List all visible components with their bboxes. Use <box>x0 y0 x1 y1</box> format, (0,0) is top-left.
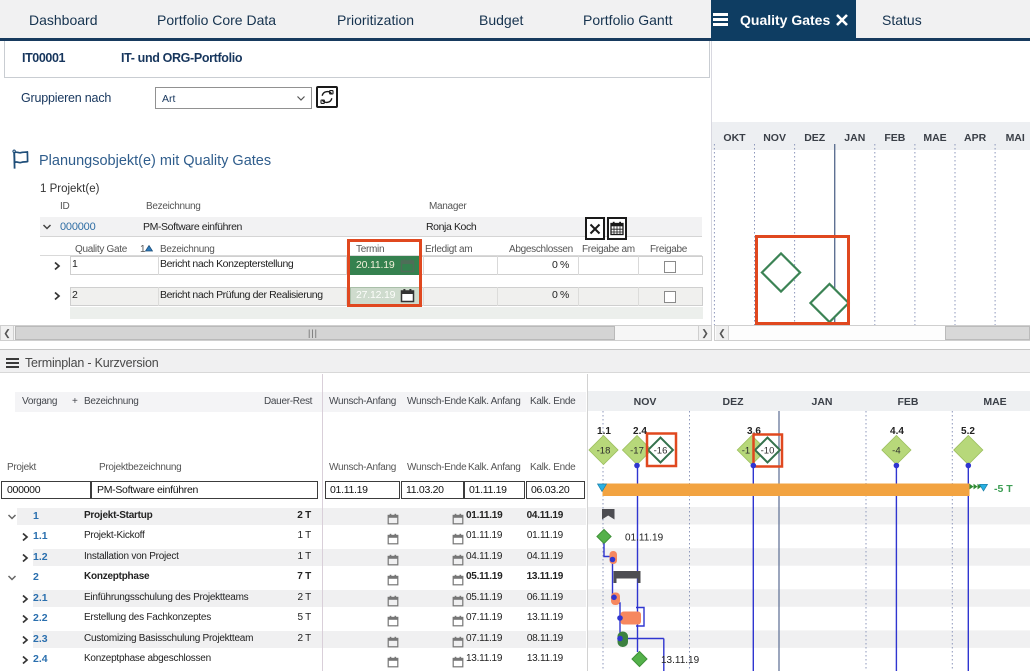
svg-text:-4: -4 <box>892 446 900 457</box>
svg-text:DEZ: DEZ <box>804 132 826 144</box>
svg-text:2.4: 2.4 <box>633 426 647 437</box>
svg-text:01.11.19: 01.11.19 <box>625 533 664 544</box>
svg-text:APR: APR <box>964 132 987 144</box>
svg-text:JAN: JAN <box>844 132 865 144</box>
svg-text:-1: -1 <box>742 446 750 457</box>
svg-text:NOV: NOV <box>763 132 786 144</box>
svg-text:4.4: 4.4 <box>890 426 904 437</box>
svg-text:FEB: FEB <box>884 132 905 144</box>
svg-text:-5 T: -5 T <box>994 483 1013 495</box>
svg-text:MAI: MAI <box>1006 132 1025 144</box>
svg-text:OKT: OKT <box>723 132 746 144</box>
svg-text:1.1: 1.1 <box>597 426 611 437</box>
svg-text:-16: -16 <box>654 446 668 457</box>
svg-text:-17: -17 <box>630 446 644 457</box>
svg-text:FEB: FEB <box>898 396 919 408</box>
svg-text:JAN: JAN <box>811 396 832 408</box>
svg-text:13.11.19: 13.11.19 <box>661 655 700 666</box>
svg-text:-10: -10 <box>761 446 775 457</box>
svg-text:NOV: NOV <box>634 396 657 408</box>
svg-text:MAE: MAE <box>923 132 946 144</box>
svg-text:-18: -18 <box>597 446 611 457</box>
svg-text:DEZ: DEZ <box>723 396 745 408</box>
svg-text:MAE: MAE <box>983 396 1006 408</box>
